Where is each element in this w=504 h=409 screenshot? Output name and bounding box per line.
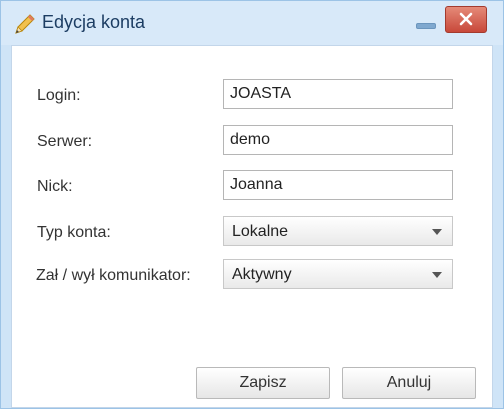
account-type-value: Lokalne	[232, 223, 289, 240]
login-label: Login:	[37, 87, 81, 104]
minimize-icon	[416, 23, 436, 29]
dialog-window: Edycja konta Login: Serwer: Nick: Typ ko…	[0, 0, 504, 409]
account-type-label: Typ konta:	[37, 224, 111, 241]
communicator-select[interactable]: Aktywny	[223, 259, 453, 289]
chevron-down-icon	[432, 272, 442, 278]
save-button[interactable]: Zapisz	[196, 367, 330, 399]
form-panel: Login: Serwer: Nick: Typ konta: Lokalne …	[11, 45, 493, 408]
window-title: Edycja konta	[42, 12, 146, 32]
communicator-label: Zał / wył komunikator:	[36, 267, 191, 284]
server-label: Serwer:	[37, 133, 93, 150]
account-type-select[interactable]: Lokalne	[223, 216, 453, 246]
communicator-value: Aktywny	[232, 266, 292, 283]
login-input[interactable]	[223, 79, 453, 109]
close-button[interactable]	[445, 6, 487, 33]
chevron-down-icon	[432, 229, 442, 235]
server-input[interactable]	[223, 125, 453, 155]
nick-label: Nick:	[37, 178, 73, 195]
minimize-button[interactable]	[413, 11, 439, 33]
pencil-icon	[13, 12, 37, 36]
close-icon	[459, 12, 473, 26]
title-bar[interactable]: Edycja konta	[1, 1, 503, 45]
nick-input[interactable]	[223, 170, 453, 200]
cancel-button[interactable]: Anuluj	[342, 367, 476, 399]
